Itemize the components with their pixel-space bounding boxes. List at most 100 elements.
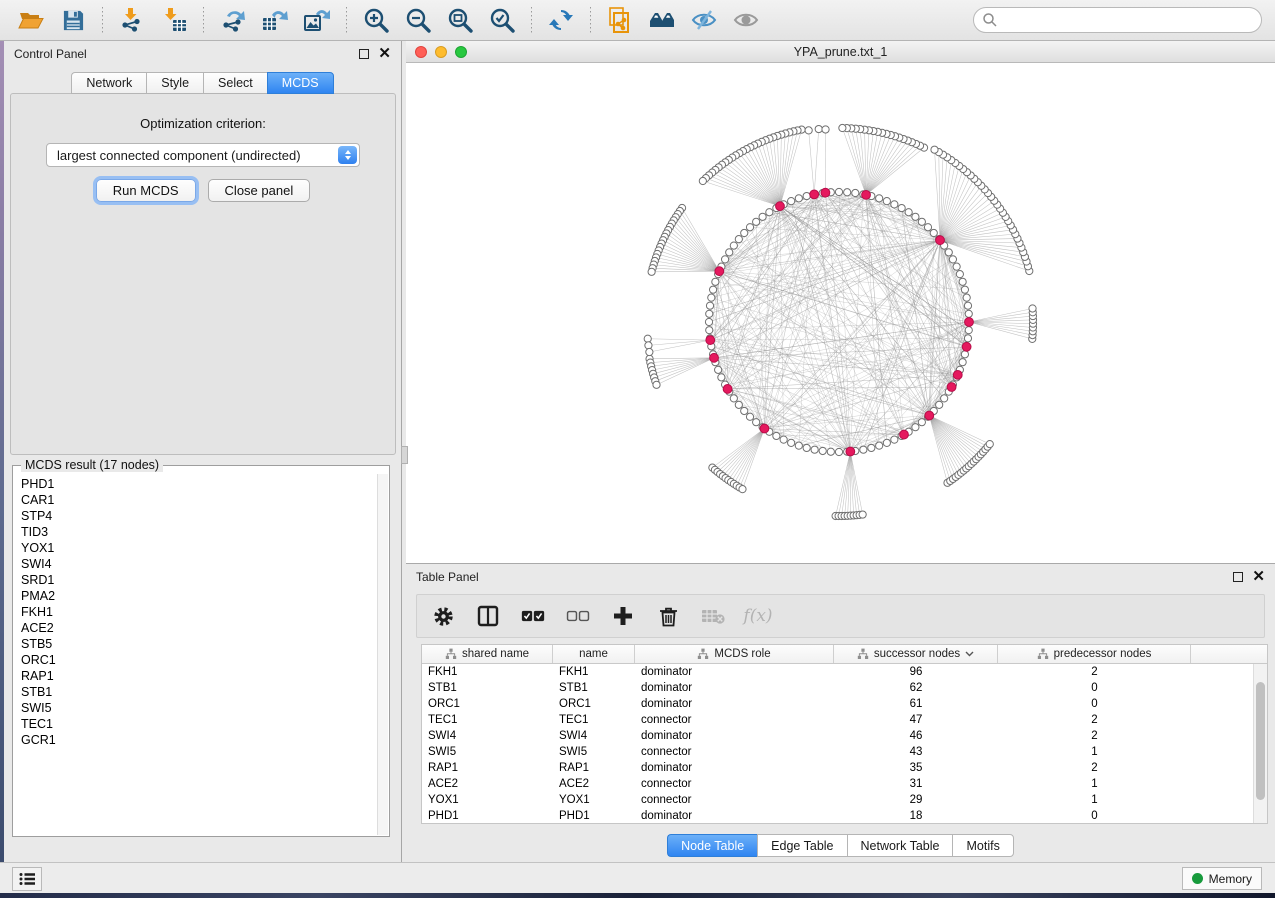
- table-row[interactable]: ACE2ACE2connector311: [422, 776, 1253, 792]
- mcds-result-item[interactable]: ACE2: [21, 620, 377, 636]
- zoom-out-icon[interactable]: [403, 5, 433, 35]
- column-header-MCDS-role[interactable]: MCDS role: [635, 645, 834, 663]
- column-header-successor-nodes[interactable]: successor nodes: [834, 645, 998, 663]
- float-table-panel-icon[interactable]: [1233, 572, 1243, 582]
- table-scrollbar-thumb[interactable]: [1256, 682, 1265, 800]
- zoom-in-icon[interactable]: [361, 5, 391, 35]
- mcds-result-item[interactable]: TEC1: [21, 716, 377, 732]
- settings-gear-icon[interactable]: [431, 604, 455, 628]
- control-panel-title: Control Panel: [14, 47, 87, 61]
- table-row[interactable]: YOX1YOX1connector291: [422, 792, 1253, 808]
- zoom-selected-icon[interactable]: [487, 5, 517, 35]
- open-file-icon[interactable]: [16, 5, 46, 35]
- tab-motifs[interactable]: Motifs: [952, 834, 1013, 857]
- deselect-all-icon[interactable]: [566, 604, 590, 628]
- import-table-icon[interactable]: [159, 5, 189, 35]
- hide-selected-icon[interactable]: [689, 5, 719, 35]
- mcds-result-item[interactable]: SWI5: [21, 700, 377, 716]
- tab-style[interactable]: Style: [146, 72, 203, 94]
- cell-shared-name: SWI4: [422, 730, 553, 742]
- mcds-result-item[interactable]: TID3: [21, 524, 377, 540]
- panel-menu-button[interactable]: [12, 867, 42, 891]
- mcds-result-item[interactable]: STP4: [21, 508, 377, 524]
- float-panel-icon[interactable]: [359, 49, 369, 59]
- save-session-icon[interactable]: [58, 5, 88, 35]
- mcds-result-scrollbar[interactable]: [377, 474, 388, 835]
- tab-mcds[interactable]: MCDS: [267, 72, 334, 94]
- close-panel-button[interactable]: Close panel: [208, 179, 311, 202]
- mcds-result-item[interactable]: RAP1: [21, 668, 377, 684]
- cell-shared-name: SWI5: [422, 746, 553, 758]
- cell-name: ACE2: [553, 778, 635, 790]
- export-network-icon[interactable]: [218, 5, 248, 35]
- delete-table-icon: [701, 604, 725, 628]
- toolbar-separator: [346, 7, 347, 33]
- cell-MCDS-role: connector: [635, 794, 834, 806]
- cell-predecessor-nodes: 1: [998, 778, 1191, 790]
- cell-MCDS-role: connector: [635, 778, 834, 790]
- mcds-result-item[interactable]: PHD1: [21, 476, 377, 492]
- table-scrollbar[interactable]: [1253, 664, 1267, 823]
- network-canvas[interactable]: [406, 63, 1275, 563]
- control-panel-titlebar: Control Panel ✕: [4, 41, 401, 67]
- table-row[interactable]: SWI4SWI4dominator462: [422, 728, 1253, 744]
- close-table-panel-icon[interactable]: ✕: [1252, 572, 1265, 582]
- refresh-layout-icon[interactable]: [546, 5, 576, 35]
- delete-row-icon[interactable]: [656, 604, 680, 628]
- mcds-result-item[interactable]: ORC1: [21, 652, 377, 668]
- tab-node-table[interactable]: Node Table: [667, 834, 757, 857]
- column-header-shared-name[interactable]: shared name: [422, 645, 553, 663]
- column-label: shared name: [462, 648, 529, 660]
- table-row[interactable]: SWI5SWI5connector431: [422, 744, 1253, 760]
- add-row-icon[interactable]: [611, 604, 635, 628]
- tab-network-table[interactable]: Network Table: [847, 834, 953, 857]
- column-header-name[interactable]: name: [553, 645, 635, 663]
- table-row[interactable]: FKH1FKH1dominator962: [422, 664, 1253, 680]
- table-row[interactable]: ORC1ORC1dominator610: [422, 696, 1253, 712]
- mcds-result-item[interactable]: STB5: [21, 636, 377, 652]
- cell-successor-nodes: 31: [834, 778, 998, 790]
- tab-network[interactable]: Network: [71, 72, 146, 94]
- mcds-result-item[interactable]: CAR1: [21, 492, 377, 508]
- select-stepper-icon: [338, 146, 357, 164]
- zoom-fit-icon[interactable]: [445, 5, 475, 35]
- mcds-result-item[interactable]: SWI4: [21, 556, 377, 572]
- mcds-result-item[interactable]: SRD1: [21, 572, 377, 588]
- mcds-result-list[interactable]: PHD1CAR1STP4TID3YOX1SWI4SRD1PMA2FKH1ACE2…: [14, 474, 377, 835]
- show-columns-icon[interactable]: [476, 604, 500, 628]
- search-field[interactable]: [973, 7, 1262, 33]
- cell-shared-name: YOX1: [422, 794, 553, 806]
- new-network-from-selection-icon[interactable]: [605, 5, 635, 35]
- import-network-icon[interactable]: [117, 5, 147, 35]
- close-panel-icon[interactable]: ✕: [378, 49, 391, 59]
- mcds-result-item[interactable]: GCR1: [21, 732, 377, 748]
- find-icon[interactable]: [647, 5, 677, 35]
- mcds-result-item[interactable]: STB1: [21, 684, 377, 700]
- memory-button[interactable]: Memory: [1182, 867, 1262, 890]
- table-row[interactable]: PHD1PHD1dominator180: [422, 808, 1253, 824]
- network-window-titlebar[interactable]: YPA_prune.txt_1: [406, 41, 1275, 63]
- table-row[interactable]: TEC1TEC1connector472: [422, 712, 1253, 728]
- optimization-criterion-select[interactable]: largest connected component (undirected): [46, 143, 360, 167]
- mcds-result-item[interactable]: PMA2: [21, 588, 377, 604]
- table-toolbar: f(x): [416, 594, 1265, 638]
- node-table-body[interactable]: FKH1FKH1dominator962STB1STB1dominator620…: [422, 664, 1253, 823]
- show-all-icon[interactable]: [731, 5, 761, 35]
- mcds-result-item[interactable]: FKH1: [21, 604, 377, 620]
- column-label: predecessor nodes: [1054, 648, 1152, 660]
- tab-edge-table[interactable]: Edge Table: [757, 834, 846, 857]
- cell-name: SWI4: [553, 730, 635, 742]
- column-type-icon: [1037, 648, 1049, 660]
- export-image-icon[interactable]: [302, 5, 332, 35]
- tab-select[interactable]: Select: [203, 72, 267, 94]
- search-input[interactable]: [998, 10, 1261, 30]
- export-table-icon[interactable]: [260, 5, 290, 35]
- column-type-icon: [697, 648, 709, 660]
- run-mcds-button[interactable]: Run MCDS: [96, 179, 196, 202]
- table-row[interactable]: RAP1RAP1dominator352: [422, 760, 1253, 776]
- mcds-result-item[interactable]: YOX1: [21, 540, 377, 556]
- table-row[interactable]: STB1STB1dominator620: [422, 680, 1253, 696]
- panel-divider-handle[interactable]: [401, 446, 408, 464]
- select-all-icon[interactable]: [521, 604, 545, 628]
- column-header-predecessor-nodes[interactable]: predecessor nodes: [998, 645, 1191, 663]
